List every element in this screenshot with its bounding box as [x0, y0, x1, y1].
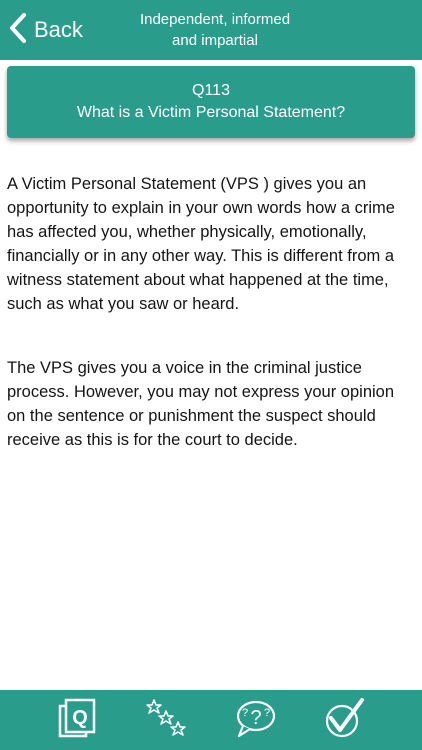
tab-quiz[interactable] — [322, 698, 366, 742]
answer-paragraph-2: The VPS gives you a voice in the crimina… — [7, 359, 395, 449]
back-button[interactable]: Back — [8, 10, 83, 50]
tagline: Independent, informed and impartial — [120, 9, 310, 51]
svg-text:?: ? — [242, 707, 248, 719]
question-number: Q113 — [192, 82, 230, 99]
question-card: Q113 What is a Victim Personal Statement… — [7, 66, 415, 138]
svg-text:Q: Q — [72, 707, 88, 729]
answer-text: A Victim Personal Statement (VPS ) gives… — [7, 172, 413, 492]
tab-favourites[interactable] — [144, 698, 188, 742]
tab-help[interactable]: ? ? ? — [233, 698, 277, 742]
tagline-line-1: Independent, informed — [139, 11, 291, 28]
chevron-left-icon — [8, 12, 28, 48]
tab-questions[interactable]: Q — [56, 698, 100, 742]
question-title: What is a Victim Personal Statement? — [76, 104, 346, 121]
quiz-check-icon — [322, 696, 366, 744]
top-bar: Back Independent, informed and impartial — [0, 0, 422, 60]
back-label: Back — [34, 17, 83, 42]
answer-paragraph-1: A Victim Personal Statement (VPS ) gives… — [7, 175, 395, 313]
tagline-line-2: and impartial — [172, 32, 258, 49]
svg-text:?: ? — [264, 707, 270, 719]
questions-icon: Q — [56, 696, 100, 744]
help-bubble-icon: ? ? ? — [233, 696, 277, 744]
favourites-stars-icon — [144, 696, 188, 744]
bottom-tab-bar: Q ? ? ? — [0, 690, 422, 750]
svg-text:?: ? — [250, 707, 261, 729]
